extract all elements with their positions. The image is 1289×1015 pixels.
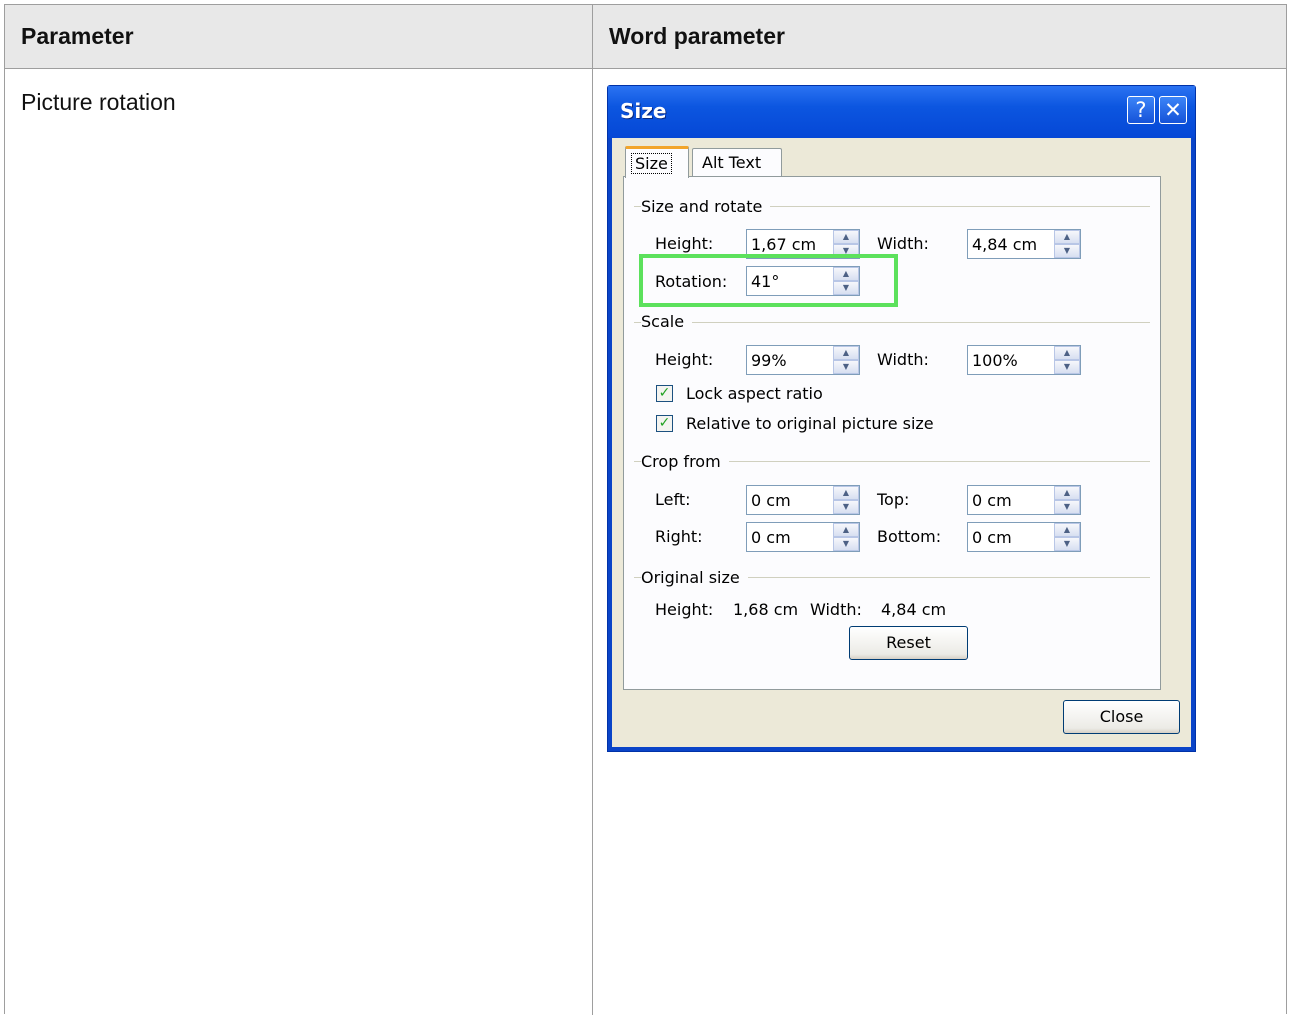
lock-aspect-label[interactable]: Lock aspect ratio bbox=[686, 384, 823, 403]
crop-top-label: Top: bbox=[877, 490, 910, 509]
checkmark-icon: ✓ bbox=[658, 415, 671, 431]
down-arrow-icon[interactable]: ▼ bbox=[1054, 500, 1080, 514]
crop-left-label: Left: bbox=[655, 490, 691, 509]
column-divider bbox=[592, 5, 593, 1015]
crop-bottom-label: Bottom: bbox=[877, 527, 942, 546]
header-word-parameter: Word parameter bbox=[609, 23, 785, 49]
crop-left-value: 0 cm bbox=[751, 491, 791, 510]
close-button[interactable]: Close bbox=[1063, 700, 1180, 734]
group-size-rotate: Size and rotate bbox=[641, 197, 771, 216]
crop-bottom-value: 0 cm bbox=[972, 528, 1012, 547]
group-crop: Crop from bbox=[641, 452, 729, 471]
group-scale: Scale bbox=[641, 312, 693, 331]
tab-size[interactable]: Size bbox=[625, 146, 689, 178]
help-icon: ? bbox=[1135, 98, 1147, 122]
lock-aspect-checkbox[interactable]: ✓ bbox=[656, 385, 673, 402]
scale-height-value: 99% bbox=[751, 351, 787, 370]
height-value: 1,67 cm bbox=[751, 235, 817, 254]
close-icon: ✕ bbox=[1164, 98, 1182, 122]
checkmark-icon: ✓ bbox=[658, 385, 671, 401]
crop-right-value: 0 cm bbox=[751, 528, 791, 547]
crop-top-value: 0 cm bbox=[972, 491, 1012, 510]
scale-width-label: Width: bbox=[877, 350, 929, 369]
down-arrow-icon[interactable]: ▼ bbox=[1054, 360, 1080, 374]
up-arrow-icon[interactable]: ▲ bbox=[1054, 523, 1080, 537]
group-original-size: Original size bbox=[641, 568, 748, 587]
original-height-value: 1,68 cm bbox=[733, 600, 799, 619]
width-label: Width: bbox=[877, 234, 929, 253]
down-arrow-icon[interactable]: ▼ bbox=[1054, 244, 1080, 258]
tab-size-label: Size bbox=[631, 153, 672, 174]
size-dialog: Size ? ✕ Alt Text Size Size and rotate H… bbox=[607, 85, 1196, 752]
height-label: Height: bbox=[655, 234, 714, 253]
up-arrow-icon[interactable]: ▲ bbox=[833, 486, 859, 500]
scale-width-value: 100% bbox=[972, 351, 1018, 370]
width-value: 4,84 cm bbox=[972, 235, 1038, 254]
crop-top-spinner[interactable]: 0 cm ▲ ▼ bbox=[967, 485, 1081, 515]
crop-right-spinner[interactable]: 0 cm ▲ ▼ bbox=[746, 522, 860, 552]
rotation-highlight-box bbox=[639, 254, 898, 307]
down-arrow-icon[interactable]: ▼ bbox=[1054, 537, 1080, 551]
header-parameter: Parameter bbox=[21, 23, 134, 49]
down-arrow-icon[interactable]: ▼ bbox=[833, 360, 859, 374]
crop-bottom-spinner[interactable]: 0 cm ▲ ▼ bbox=[967, 522, 1081, 552]
relative-original-checkbox[interactable]: ✓ bbox=[656, 415, 673, 432]
up-arrow-icon[interactable]: ▲ bbox=[833, 346, 859, 360]
scale-width-spinner[interactable]: 100% ▲ ▼ bbox=[967, 345, 1081, 375]
tab-alt-text-label: Alt Text bbox=[702, 153, 762, 172]
up-arrow-icon[interactable]: ▲ bbox=[1054, 346, 1080, 360]
tab-alt-text[interactable]: Alt Text bbox=[692, 148, 782, 178]
up-arrow-icon[interactable]: ▲ bbox=[833, 230, 859, 244]
original-width-value: 4,84 cm bbox=[881, 600, 947, 619]
down-arrow-icon[interactable]: ▼ bbox=[833, 537, 859, 551]
scale-height-label: Height: bbox=[655, 350, 714, 369]
up-arrow-icon[interactable]: ▲ bbox=[1054, 230, 1080, 244]
down-arrow-icon[interactable]: ▼ bbox=[833, 500, 859, 514]
help-button[interactable]: ? bbox=[1127, 96, 1155, 124]
reset-button[interactable]: Reset bbox=[849, 626, 968, 660]
original-width-label: Width: bbox=[810, 600, 862, 619]
scale-height-spinner[interactable]: 99% ▲ ▼ bbox=[746, 345, 860, 375]
up-arrow-icon[interactable]: ▲ bbox=[833, 523, 859, 537]
dialog-body: Alt Text Size Size and rotate Height: 1,… bbox=[612, 138, 1191, 747]
dialog-title: Size bbox=[620, 99, 667, 123]
relative-original-label[interactable]: Relative to original picture size bbox=[686, 414, 934, 433]
original-height-label: Height: bbox=[655, 600, 714, 619]
dialog-titlebar[interactable]: Size ? ✕ bbox=[608, 86, 1195, 138]
up-arrow-icon[interactable]: ▲ bbox=[1054, 486, 1080, 500]
group-divider bbox=[634, 322, 1150, 323]
title-close-button[interactable]: ✕ bbox=[1159, 96, 1187, 124]
crop-right-label: Right: bbox=[655, 527, 703, 546]
width-spinner[interactable]: 4,84 cm ▲ ▼ bbox=[967, 229, 1081, 259]
cell-picture-rotation: Picture rotation bbox=[21, 89, 176, 115]
crop-left-spinner[interactable]: 0 cm ▲ ▼ bbox=[746, 485, 860, 515]
